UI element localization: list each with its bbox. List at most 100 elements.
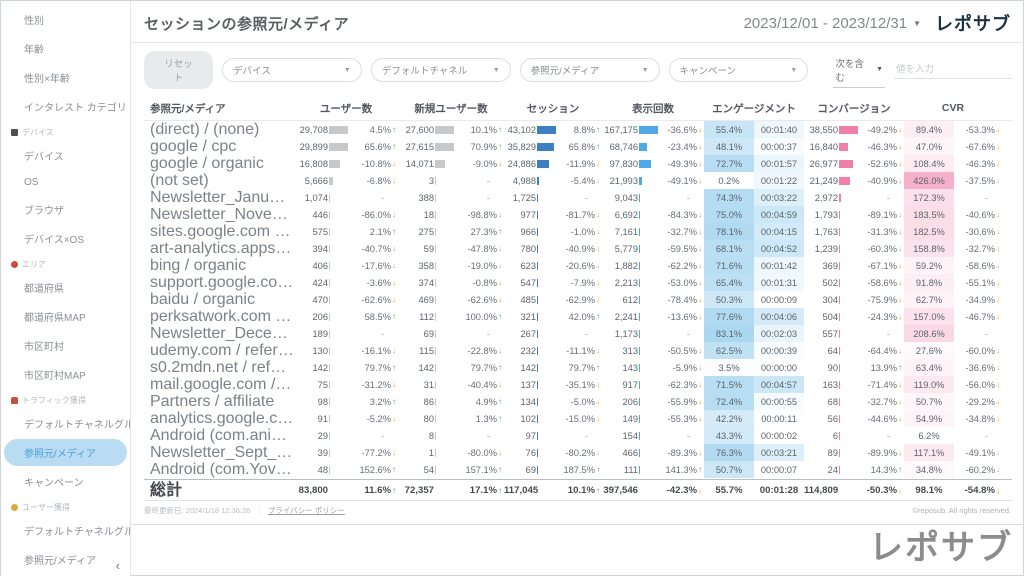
- row-label: Android (com.YovoGames.den...: [144, 461, 294, 478]
- metric-delta-new_users: -: [454, 189, 504, 206]
- mini-bar-track: [638, 160, 658, 168]
- value-text: 502: [804, 278, 838, 288]
- arrow-up-icon: ↑: [596, 125, 600, 134]
- metric-delta-users: 152.6%↑: [348, 461, 398, 478]
- sidebar-item[interactable]: 都道府県MAP: [1, 302, 130, 331]
- reset-button[interactable]: リセット: [144, 51, 213, 89]
- delta-text: -98.8%: [468, 210, 497, 220]
- arrow-up-icon: ↑: [392, 142, 396, 151]
- sidebar-item[interactable]: デバイス×OS: [1, 224, 130, 253]
- engagement-time-cell: 00:01:22: [754, 172, 804, 189]
- metric-delta-views: -23.4%↓: [658, 138, 704, 155]
- filter-chip-label: 参照元/メディア: [531, 63, 599, 77]
- delta-text: -40.9%: [868, 176, 897, 186]
- value-text: 142: [294, 363, 328, 373]
- sidebar-item[interactable]: デバイス: [1, 141, 130, 170]
- filter-chip-default-channel[interactable]: デフォルトチャネル ▼: [371, 58, 511, 82]
- sidebar-item[interactable]: 市区町村: [1, 331, 130, 360]
- sidebar-item[interactable]: 参照元/メディア: [4, 439, 127, 466]
- mini-bar-track: [536, 296, 556, 304]
- sidebar-item[interactable]: 年齢: [1, 34, 130, 63]
- engagement-time-cell: 00:01:40: [754, 121, 804, 138]
- mini-bar-track: [638, 211, 658, 219]
- value-text: 557: [804, 329, 838, 339]
- row-label: support.google.com / referral: [144, 274, 294, 291]
- cvr-cell: 182.5%: [904, 223, 954, 240]
- mini-bar: [435, 347, 436, 355]
- delta-text: 2.1%: [370, 227, 391, 237]
- arrow-down-icon: ↓: [392, 380, 396, 389]
- cvr-cell: 158.8%: [904, 240, 954, 257]
- arrow-down-icon: ↓: [596, 210, 600, 219]
- sidebar-item[interactable]: 参照元/メディア: [1, 545, 130, 574]
- sidebar-item[interactable]: デフォルトチャネルグループ: [1, 516, 130, 545]
- sidebar-item[interactable]: 市区町村MAP: [1, 360, 130, 389]
- arrow-down-icon: ↓: [996, 176, 1000, 185]
- engagement-time-cell: 00:01:57: [754, 155, 804, 172]
- mini-bar-track: [328, 364, 348, 372]
- value-text: 167,175: [602, 125, 638, 135]
- delta-text: -6.8%: [367, 176, 391, 186]
- condition-select[interactable]: 次を含む ▼: [833, 53, 885, 88]
- arrow-down-icon: ↓: [898, 176, 902, 185]
- filter-value-input[interactable]: [894, 61, 1012, 79]
- delta-text: 10.1%: [568, 485, 595, 496]
- filter-chip-campaign[interactable]: キャンペーン ▼: [669, 58, 809, 82]
- sidebar-item[interactable]: OS: [1, 170, 130, 195]
- metric-value-sessions: 623: [504, 257, 556, 274]
- delta-text: 1.3%: [476, 414, 497, 424]
- delta-text: -44.6%: [868, 414, 897, 424]
- sidebar: 性別年齢性別×年齢インタレスト カテゴリデバイスデバイスOSブラウザデバイス×O…: [1, 1, 131, 576]
- arrow-down-icon: ↓: [392, 295, 396, 304]
- filter-chip-source-media[interactable]: 参照元/メディア ▼: [520, 58, 660, 82]
- sidebar-item[interactable]: キャンペーン: [1, 467, 130, 496]
- footer-separator: ｜: [255, 505, 263, 516]
- metric-delta-users: -62.6%↓: [348, 291, 398, 308]
- date-range-caret-icon[interactable]: ▼: [913, 19, 921, 28]
- mini-bar: [435, 466, 436, 474]
- delta-text: -55.9%: [668, 397, 697, 407]
- mini-bar: [435, 296, 436, 304]
- value-text: 374: [398, 278, 434, 288]
- row-label: baidu / organic: [144, 291, 294, 308]
- sidebar-item[interactable]: 性別×年齢: [1, 63, 130, 92]
- mini-bar: [537, 432, 538, 440]
- mini-bar-track: [434, 398, 454, 406]
- engagement-rate-cell: 50.7%: [704, 461, 754, 478]
- metric-value-users: 446: [294, 206, 348, 223]
- metric-value-sessions: 966: [504, 223, 556, 240]
- sidebar-item[interactable]: デフォルトチャネルグループ: [1, 409, 130, 438]
- sidebar-item[interactable]: 性別: [1, 5, 130, 34]
- mini-bar: [329, 160, 340, 168]
- arrow-down-icon: ↓: [996, 486, 1000, 495]
- sidebar-item[interactable]: 都道府県: [1, 273, 130, 302]
- table-row: Android (com.YovoGames.den...48152.6%↑54…: [144, 461, 1012, 478]
- cvr-cell: 47.0%: [904, 138, 954, 155]
- arrow-down-icon: ↓: [698, 278, 702, 287]
- value-text: 114,809: [804, 485, 838, 496]
- filter-chip-device[interactable]: デバイス ▼: [222, 58, 362, 82]
- mini-bar-track: [434, 160, 454, 168]
- metric-delta-users: 79.7%↑: [348, 359, 398, 376]
- delta-text: -19.0%: [468, 261, 497, 271]
- mini-bar-track: [328, 432, 348, 440]
- sidebar-item[interactable]: ブラウザ: [1, 195, 130, 224]
- delta-text: -89.9%: [868, 448, 897, 458]
- delta-text: -62.6%: [362, 295, 391, 305]
- metric-delta-cvr: -60.0%↓: [954, 342, 1002, 359]
- table-row: s0.2mdn.net / referral14279.7%↑14279.7%↑…: [144, 359, 1012, 376]
- date-range-selector[interactable]: 2023/12/01 - 2023/12/31: [744, 15, 907, 32]
- metric-delta-new_users: 157.1%↑: [454, 461, 504, 478]
- sidebar-section-label: トラフィック獲得: [22, 395, 86, 406]
- privacy-policy-link[interactable]: プライバシー ポリシー: [268, 505, 345, 516]
- metric-value-new_users: 14,071: [398, 155, 454, 172]
- mini-bar-track: [536, 245, 556, 253]
- value-text: 966: [504, 227, 536, 237]
- metric-delta-cvr: -56.0%↓: [954, 376, 1002, 393]
- sidebar-collapse-chevron-icon[interactable]: ‹: [116, 558, 120, 573]
- arrow-down-icon: ↓: [698, 448, 702, 457]
- sidebar-item[interactable]: インタレスト カテゴリ: [1, 92, 130, 121]
- delta-text: -40.7%: [362, 244, 391, 254]
- delta-text: -77.2%: [362, 448, 391, 458]
- value-text: 6,692: [602, 210, 638, 220]
